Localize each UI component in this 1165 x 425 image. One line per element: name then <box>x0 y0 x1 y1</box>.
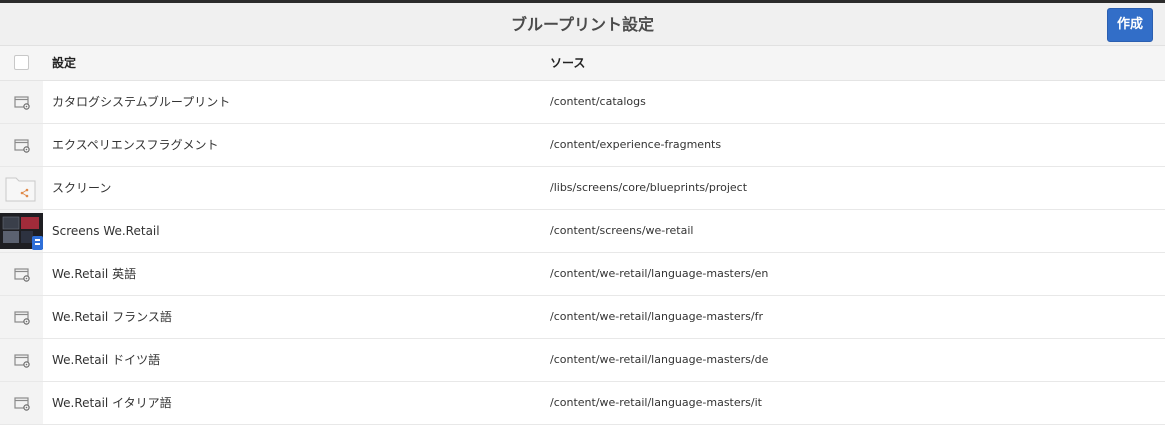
blueprint-config-icon[interactable] <box>0 382 43 424</box>
row-source: /content/we-retail/language-masters/de <box>550 353 769 366</box>
row-name[interactable]: We.Retail フランス語 <box>52 296 172 338</box>
folder-share-icon[interactable] <box>0 167 43 209</box>
row-source: /content/we-retail/language-masters/fr <box>550 310 763 323</box>
table-row[interactable]: We.Retail フランス語 /content/we-retail/langu… <box>0 296 1165 339</box>
column-header-setting[interactable]: 設定 <box>52 46 76 81</box>
row-source: /content/we-retail/language-masters/it <box>550 396 762 409</box>
column-header-source[interactable]: ソース <box>550 46 585 81</box>
blueprint-config-icon[interactable] <box>0 253 43 295</box>
table-row[interactable]: カタログシステムブループリント /content/catalogs <box>0 81 1165 124</box>
select-all-checkbox[interactable] <box>14 55 29 70</box>
row-name[interactable]: カタログシステムブループリント <box>52 81 230 123</box>
page-title: ブループリント設定 <box>510 15 655 34</box>
table-row[interactable]: スクリーン /libs/screens/core/blueprints/proj… <box>0 167 1165 210</box>
row-name[interactable]: We.Retail イタリア語 <box>52 382 172 424</box>
table-row[interactable]: エクスペリエンスフラグメント /content/experience-fragm… <box>0 124 1165 167</box>
blueprint-list: カタログシステムブループリント /content/catalogs エクスペリエ… <box>0 81 1165 425</box>
row-source: /libs/screens/core/blueprints/project <box>550 181 748 194</box>
row-source: /content/catalogs <box>550 95 646 108</box>
row-name[interactable]: エクスペリエンスフラグメント <box>52 124 219 166</box>
row-name[interactable]: We.Retail ドイツ語 <box>52 339 160 381</box>
row-source: /content/screens/we-retail <box>550 224 694 237</box>
row-name[interactable]: We.Retail 英語 <box>52 253 136 295</box>
screens-thumbnail-icon[interactable] <box>0 210 43 252</box>
table-row[interactable]: We.Retail ドイツ語 /content/we-retail/langua… <box>0 339 1165 382</box>
table-row[interactable]: We.Retail イタリア語 /content/we-retail/langu… <box>0 382 1165 425</box>
blueprint-config-icon[interactable] <box>0 339 43 381</box>
table-row[interactable]: Screens We.Retail /content/screens/we-re… <box>0 210 1165 253</box>
blueprint-config-icon[interactable] <box>0 296 43 338</box>
row-name[interactable]: Screens We.Retail <box>52 210 160 252</box>
row-name[interactable]: スクリーン <box>52 167 111 209</box>
blueprint-config-icon[interactable] <box>0 81 43 123</box>
row-source: /content/we-retail/language-masters/en <box>550 267 769 280</box>
header-bar: ブループリント設定 作成 <box>0 3 1165 46</box>
blueprint-config-icon[interactable] <box>0 124 43 166</box>
table-row[interactable]: We.Retail 英語 /content/we-retail/language… <box>0 253 1165 296</box>
table-header: 設定 ソース <box>0 46 1165 81</box>
create-button[interactable]: 作成 <box>1107 8 1153 42</box>
row-source: /content/experience-fragments <box>550 138 722 151</box>
